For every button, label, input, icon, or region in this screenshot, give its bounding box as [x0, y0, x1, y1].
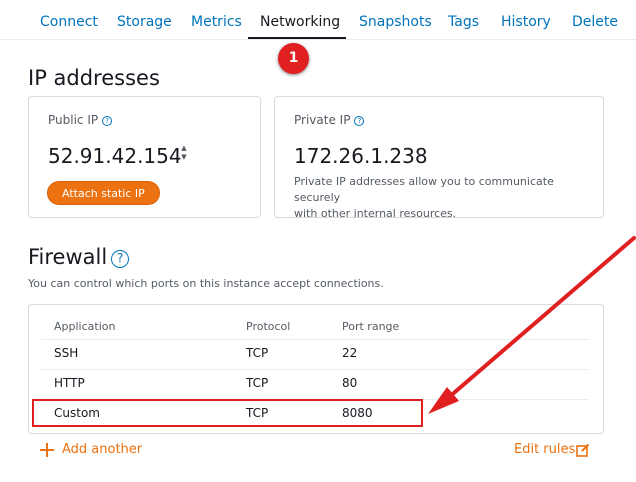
- tab-networking[interactable]: Networking: [260, 14, 340, 30]
- public-ip-label-text: Public IP: [48, 113, 99, 127]
- private-ip-description-line-1: Private IP addresses allow you to commun…: [294, 175, 554, 204]
- active-tab-indicator: [248, 37, 346, 39]
- private-ip-description-line-2: with other internal resources.: [294, 207, 457, 220]
- firewall-title: Firewall?: [28, 245, 130, 269]
- edit-icon[interactable]: [576, 443, 590, 457]
- private-ip-value: 172.26.1.238: [294, 144, 428, 168]
- column-header-application[interactable]: Application: [54, 320, 115, 333]
- tab-bar: Connect Storage Metrics Networking Snaps…: [0, 0, 636, 40]
- ip-addresses-title: IP addresses: [28, 66, 160, 90]
- rule-application: HTTP: [54, 376, 85, 390]
- tab-history[interactable]: History: [501, 14, 551, 30]
- private-ip-description: Private IP addresses allow you to commun…: [294, 174, 603, 222]
- tab-metrics[interactable]: Metrics: [191, 14, 242, 30]
- tab-storage[interactable]: Storage: [117, 14, 172, 30]
- attach-static-ip-button[interactable]: Attach static IP: [47, 181, 160, 205]
- private-ip-label-text: Private IP: [294, 113, 351, 127]
- step-number-badge: 1: [278, 43, 309, 74]
- rule-protocol: TCP: [246, 346, 269, 360]
- column-header-port-range[interactable]: Port range: [342, 320, 399, 333]
- tab-tags[interactable]: Tags: [448, 14, 479, 30]
- highlight-custom-rule: [32, 399, 423, 427]
- instance-networking-page: Connect Storage Metrics Networking Snaps…: [0, 0, 636, 482]
- question-circle-icon[interactable]: ?: [111, 250, 130, 268]
- tab-snapshots[interactable]: Snapshots: [359, 14, 432, 30]
- firewall-title-text: Firewall: [28, 245, 108, 269]
- rule-protocol: TCP: [246, 376, 269, 390]
- public-ip-card: Public IP? 52.91.42.154 ▲ ▼ Attach static…: [28, 96, 261, 218]
- rule-port-range: 80: [342, 376, 358, 390]
- spinner-arrows-icon: ▲ ▼: [181, 144, 187, 161]
- plus-icon[interactable]: [40, 443, 54, 457]
- tab-delete[interactable]: Delete: [572, 14, 618, 30]
- header-divider: [41, 339, 589, 340]
- row-divider: [41, 369, 589, 370]
- firewall-description: You can control which ports on this inst…: [28, 277, 384, 290]
- private-ip-card: Private IP? 172.26.1.238 Private IP addr…: [274, 96, 604, 220]
- rule-application: SSH: [54, 346, 79, 360]
- tab-connect[interactable]: Connect: [40, 14, 98, 30]
- rule-port-range: 22: [342, 346, 358, 360]
- public-ip-label: Public IP?: [48, 113, 113, 127]
- private-ip-label: Private IP?: [294, 113, 365, 127]
- public-ip-value: 52.91.42.154: [48, 144, 182, 168]
- edit-rules-link[interactable]: Edit rules: [514, 442, 575, 457]
- question-circle-icon[interactable]: ?: [354, 116, 365, 126]
- add-another-link[interactable]: Add another: [62, 442, 142, 457]
- question-circle-icon[interactable]: ?: [102, 116, 113, 126]
- column-header-protocol[interactable]: Protocol: [246, 320, 290, 333]
